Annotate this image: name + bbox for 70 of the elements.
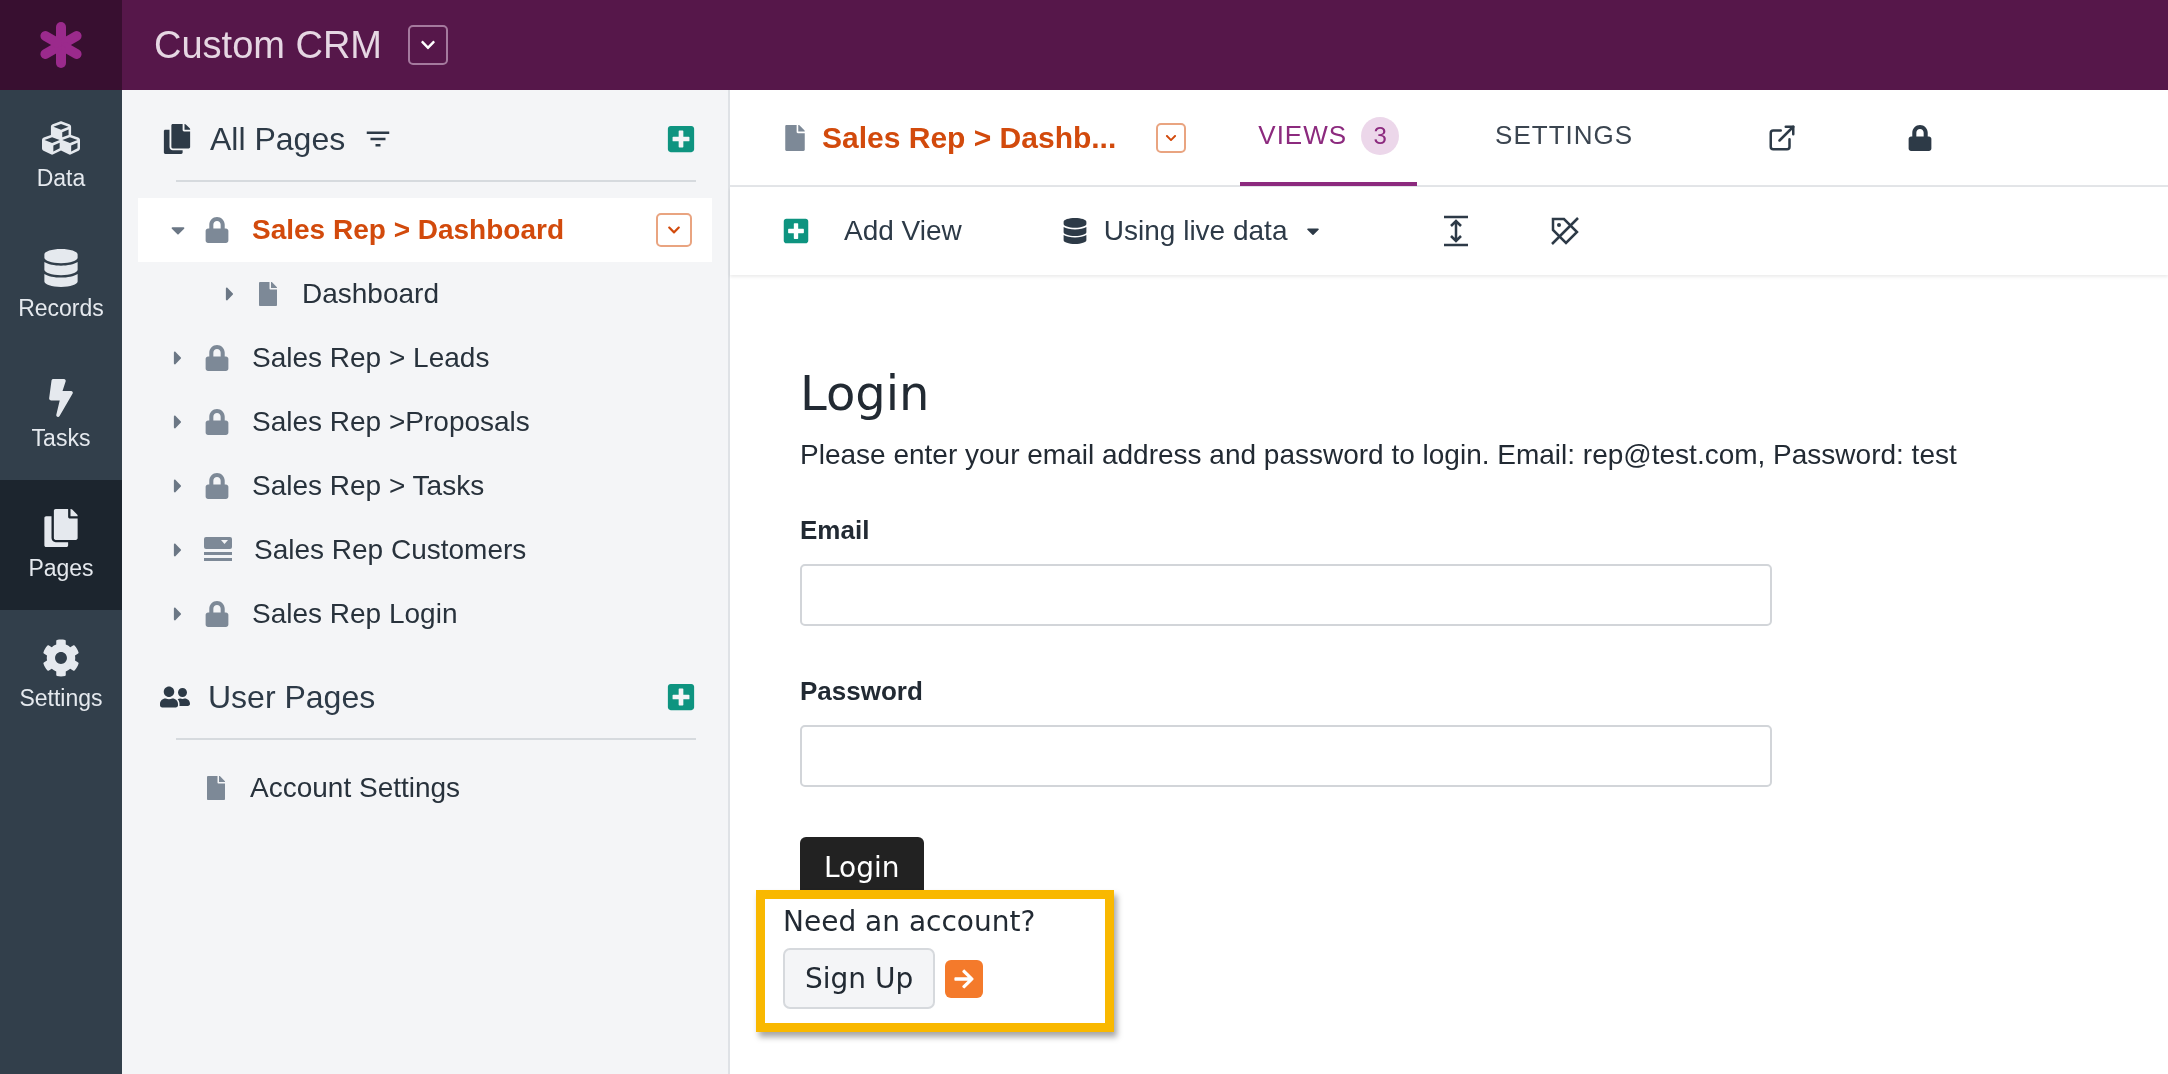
nav-label: Data — [36, 164, 86, 192]
page-item[interactable]: Sales Rep >Proposals — [138, 390, 712, 454]
page-item[interactable]: Sales Rep > Tasks — [138, 454, 712, 518]
tab[interactable]: SETTINGS — [1477, 89, 1652, 186]
nav-label: Tasks — [31, 424, 91, 452]
data-source-dropdown[interactable]: Using live data — [1061, 215, 1324, 247]
lock-icon[interactable] — [1907, 124, 1934, 151]
tag-slash-icon[interactable] — [1549, 215, 1582, 247]
database-icon — [42, 248, 80, 287]
field-label: Password — [800, 676, 923, 707]
page-item[interactable]: Account Settings — [138, 756, 712, 820]
cubes-icon — [42, 118, 80, 157]
expand-height-icon[interactable] — [1443, 215, 1470, 247]
page-label: Sales Rep > Tasks — [252, 470, 486, 502]
page-item[interactable]: Sales Rep > Leads — [138, 326, 712, 390]
lock-icon — [204, 217, 230, 243]
section-title: All Pages — [210, 120, 346, 158]
nav-item[interactable]: Tasks — [0, 350, 122, 480]
settings-icon — [42, 638, 80, 677]
section-title: User Pages — [208, 678, 376, 716]
login-instructions: Please enter your email address and password to login. Email: rep@test.com, Password: test — [800, 439, 1957, 471]
lock-icon — [204, 345, 230, 371]
asterisk-logo-icon — [37, 21, 85, 69]
page-label: Dashboard — [302, 278, 440, 310]
page-menu-button[interactable] — [1156, 122, 1187, 153]
nav-item[interactable]: Records — [0, 220, 122, 350]
login-heading: Login — [800, 365, 930, 421]
nav-item[interactable]: Pages — [0, 480, 122, 610]
page-item[interactable]: Sales Rep > Dashboard — [138, 198, 712, 262]
page-label: Sales Rep Customers — [254, 534, 528, 566]
nav-item[interactable]: Data — [0, 90, 122, 220]
app-title: Custom CRM — [154, 23, 383, 67]
nav-item[interactable]: Settings — [0, 610, 122, 740]
arrow-right-icon — [945, 959, 984, 998]
page-label: Sales Rep >Proposals — [252, 406, 531, 438]
count-badge: 3 — [1361, 116, 1400, 155]
signup-prompt: Need an account? — [783, 905, 1036, 938]
tab[interactable]: VIEWS 3 — [1240, 89, 1418, 186]
page-label: Sales Rep > Dashboard — [252, 214, 565, 246]
pages-icon — [42, 508, 80, 547]
add-icon[interactable] — [666, 682, 696, 712]
nav-label: Pages — [28, 554, 94, 582]
add-view-button[interactable]: Add View — [782, 215, 962, 247]
page-icon — [256, 282, 280, 306]
external-link-icon[interactable] — [1767, 122, 1798, 153]
input-field[interactable] — [800, 564, 1772, 626]
page-title: Sales Rep > Dashb... — [822, 120, 1117, 155]
add-icon[interactable] — [666, 124, 696, 154]
page-label: Sales Rep Login — [252, 598, 459, 630]
field-label: Email — [800, 515, 870, 546]
app-menu-button[interactable] — [408, 25, 449, 65]
database-icon — [1061, 218, 1088, 244]
page-menu-button[interactable] — [656, 213, 692, 247]
lock-icon — [204, 409, 230, 435]
page-icon — [204, 776, 228, 800]
page-icon — [782, 124, 808, 151]
pages-icon — [162, 124, 192, 154]
page-item[interactable]: Sales Rep Customers — [138, 518, 712, 582]
nav-label: Settings — [19, 684, 103, 712]
page-label: Account Settings — [250, 772, 462, 804]
page-label: Sales Rep > Leads — [252, 342, 491, 374]
page-item[interactable]: Dashboard — [138, 262, 712, 326]
add-icon — [782, 217, 810, 245]
nav-label: Records — [18, 294, 104, 322]
lock-icon — [204, 473, 230, 499]
lock-icon — [204, 601, 230, 627]
input-field[interactable] — [800, 725, 1772, 787]
signup-button[interactable]: Sign Up — [783, 948, 936, 1009]
table-icon — [204, 537, 232, 563]
page-item[interactable]: Sales Rep Login — [138, 582, 712, 646]
